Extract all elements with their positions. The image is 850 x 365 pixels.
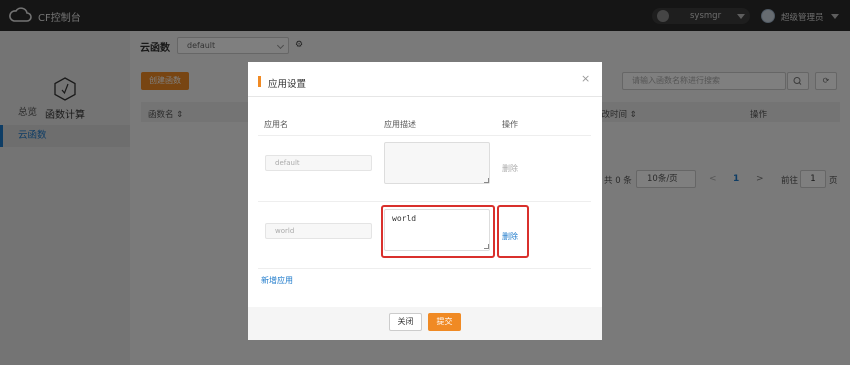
delete-link[interactable]: 删除	[502, 163, 518, 174]
dialog-title-accent	[258, 76, 261, 87]
dialog-footer	[248, 307, 602, 340]
column-header-app-action: 操作	[502, 120, 518, 129]
app-name-field[interactable]: world	[265, 223, 372, 239]
app-name-field[interactable]: default	[265, 155, 372, 171]
row-divider	[258, 268, 591, 269]
app-description-field[interactable]	[384, 142, 490, 184]
submit-button[interactable]: 提交	[428, 313, 461, 331]
column-header-app-name: 应用名	[264, 120, 288, 129]
resize-handle-icon[interactable]	[484, 178, 489, 183]
dialog-divider	[248, 96, 602, 97]
highlight-box-delete	[497, 205, 529, 258]
close-button[interactable]: 关闭	[389, 313, 422, 331]
close-icon[interactable]: ×	[581, 72, 590, 85]
dialog-title: 应用设置	[268, 79, 307, 90]
highlight-box-description	[381, 205, 495, 258]
row-divider	[258, 201, 591, 202]
column-header-app-description: 应用描述	[384, 120, 416, 129]
row-divider	[258, 135, 591, 136]
add-app-link[interactable]: 新增应用	[261, 275, 293, 286]
